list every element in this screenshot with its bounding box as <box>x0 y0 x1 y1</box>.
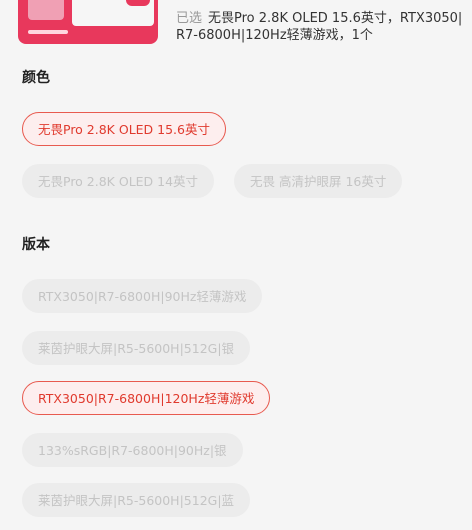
version-option-srgb-silver[interactable]: 133%sRGB|R7-6800H|90Hz|银 <box>22 433 243 467</box>
version-section-title: 版本 <box>22 237 50 253</box>
color-section-title: 颜色 <box>22 70 50 86</box>
selected-summary: 已选 无畏Pro 2.8K OLED 15.6英寸，RTX3050|R7-6800… <box>176 10 466 44</box>
selected-text: 无畏Pro 2.8K OLED 15.6英寸，RTX3050|R7-6800H|… <box>176 11 463 43</box>
color-option-16[interactable]: 无畏 高清护眼屏 16英寸 <box>234 164 403 198</box>
version-option-rtx3050-90hz[interactable]: RTX3050|R7-6800H|90Hz轻薄游戏 <box>22 279 263 313</box>
color-option-pro-15-6[interactable]: 无畏Pro 2.8K OLED 15.6英寸 <box>22 112 226 146</box>
thumbnail-badge <box>126 0 150 6</box>
color-option-pro-14[interactable]: 无畏Pro 2.8K OLED 14英寸 <box>22 164 215 198</box>
thumbnail-caption-line <box>28 30 68 34</box>
version-option-r5-silver[interactable]: 莱茵护眼大屏|R5-5600H|512G|银 <box>22 331 251 365</box>
version-option-r5-blue[interactable]: 莱茵护眼大屏|R5-5600H|512G|蓝 <box>22 483 251 517</box>
selected-prefix: 已选 <box>176 11 203 26</box>
laptop-screen-graphic <box>28 0 64 20</box>
product-thumbnail <box>18 0 158 44</box>
product-summary: 已选 无畏Pro 2.8K OLED 15.6英寸，RTX3050|R7-6800… <box>0 0 472 52</box>
version-option-rtx3050-120hz[interactable]: RTX3050|R7-6800H|120Hz轻薄游戏 <box>22 381 271 415</box>
